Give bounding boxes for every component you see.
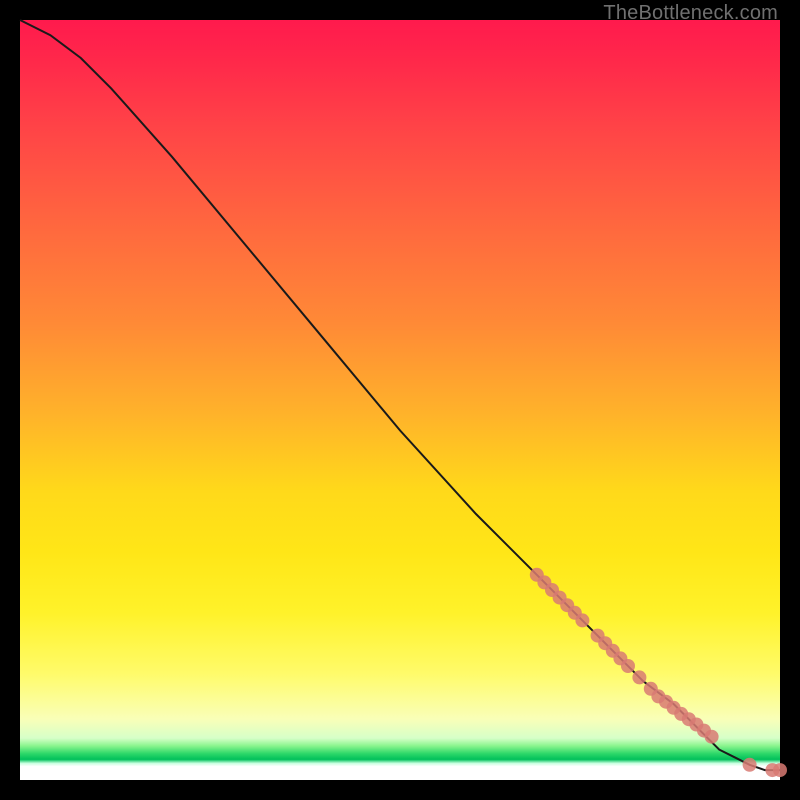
chart-stage: TheBottleneck.com — [0, 0, 800, 800]
data-point — [743, 758, 757, 772]
data-point — [773, 763, 787, 777]
scatter-points — [530, 568, 787, 777]
watermark-text: TheBottleneck.com — [603, 2, 778, 25]
data-point — [575, 613, 589, 627]
trend-line — [20, 20, 780, 770]
data-point — [705, 730, 719, 744]
data-point — [621, 659, 635, 673]
data-point — [632, 670, 646, 684]
chart-svg — [20, 20, 780, 780]
plot-area — [20, 20, 780, 780]
